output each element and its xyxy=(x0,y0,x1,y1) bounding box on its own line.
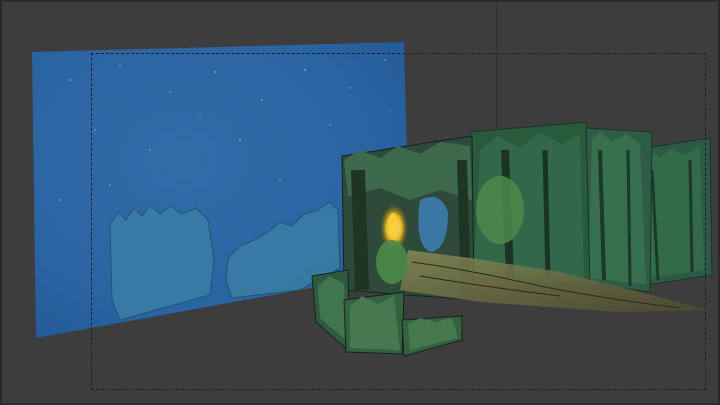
viewport-frame xyxy=(0,0,720,405)
3d-viewport[interactable] xyxy=(0,0,720,405)
